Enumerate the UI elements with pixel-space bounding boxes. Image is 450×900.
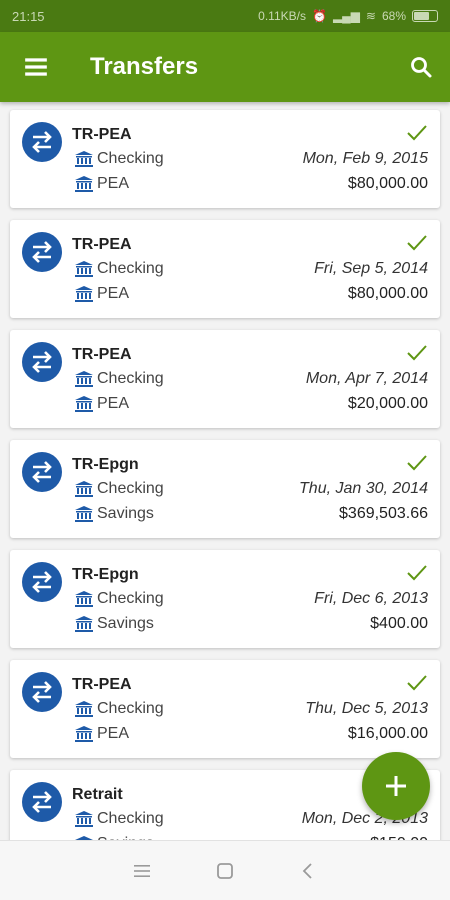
transfer-name: TR-PEA <box>72 346 132 363</box>
from-account: Checking <box>74 150 164 168</box>
to-account-label: PEA <box>97 395 130 412</box>
transfer-amount: $400.00 <box>370 615 428 632</box>
transfer-amount: $16,000.00 <box>347 725 428 742</box>
check-icon <box>407 235 427 251</box>
transfer-name: Retrait <box>72 786 123 803</box>
from-account: Checking <box>74 700 164 718</box>
wifi-icon: ≋ <box>365 9 376 23</box>
alarm-icon: ⏰ <box>311 9 327 23</box>
transfer-card[interactable]: TR-Epgn Checking Savings Thu, Jan 30, 20… <box>10 440 440 538</box>
to-account: PEA <box>74 175 129 193</box>
to-account: PEA <box>74 285 129 303</box>
bank-icon <box>74 370 94 388</box>
transfer-card[interactable]: TR-PEA Checking PEA Fri, Sep 5, 2014 $80… <box>10 220 440 318</box>
transfer-name: TR-Epgn <box>72 566 139 583</box>
signal-icon: ▂▄▆ <box>332 9 360 23</box>
from-account-label: Checking <box>97 370 164 387</box>
transfer-date: Mon, Feb 9, 2015 <box>302 150 428 167</box>
transfer-name: TR-PEA <box>72 236 132 253</box>
check-icon <box>407 565 427 581</box>
transfer-name: TR-Epgn <box>72 456 139 473</box>
net-speed: 0.11KB/s <box>258 9 306 23</box>
system-nav-bar <box>0 840 450 900</box>
from-account-label: Checking <box>97 260 164 277</box>
bank-icon <box>74 260 94 278</box>
transfer-name: TR-PEA <box>72 676 132 693</box>
to-account: Savings <box>74 505 154 523</box>
transfer-card[interactable]: TR-PEA Checking PEA Mon, Feb 9, 2015 $80… <box>10 110 440 208</box>
status-indicators: 0.11KB/s ⏰ ▂▄▆ ≋ 68% <box>258 9 438 23</box>
check-icon <box>407 125 427 141</box>
transfer-avatar-icon <box>22 672 62 712</box>
transfer-avatar-icon <box>22 452 62 492</box>
to-account-label: PEA <box>97 175 130 192</box>
transfer-list[interactable]: TR-PEA Checking PEA Mon, Feb 9, 2015 $80… <box>0 102 450 840</box>
bank-icon <box>74 615 94 633</box>
to-account: PEA <box>74 395 129 413</box>
bank-icon <box>74 725 94 743</box>
from-account-label: Checking <box>97 810 164 827</box>
from-account-label: Checking <box>97 150 164 167</box>
transfer-date: Thu, Dec 5, 2013 <box>305 700 428 717</box>
from-account: Checking <box>74 370 164 388</box>
transfer-card[interactable]: TR-PEA Checking PEA Mon, Apr 7, 2014 $20… <box>10 330 440 428</box>
bank-icon <box>74 505 94 523</box>
bank-icon <box>74 395 94 413</box>
transfer-date: Fri, Sep 5, 2014 <box>314 260 428 277</box>
from-account: Checking <box>74 810 164 828</box>
transfer-avatar-icon <box>22 122 62 162</box>
to-account-label: Savings <box>97 615 154 632</box>
from-account: Checking <box>74 480 164 498</box>
transfer-amount: $20,000.00 <box>347 395 428 412</box>
from-account-label: Checking <box>97 700 164 717</box>
transfer-amount: $80,000.00 <box>347 175 428 192</box>
recents-icon[interactable] <box>122 851 162 891</box>
transfer-avatar-icon <box>22 782 62 822</box>
to-account: PEA <box>74 725 129 743</box>
transfer-card[interactable]: TR-Epgn Checking Savings Fri, Dec 6, 201… <box>10 550 440 648</box>
bank-icon <box>74 590 94 608</box>
back-icon[interactable] <box>288 851 328 891</box>
transfer-avatar-icon <box>22 232 62 272</box>
status-bar: 21:15 0.11KB/s ⏰ ▂▄▆ ≋ 68% <box>0 0 450 32</box>
to-account-label: Savings <box>97 505 154 522</box>
from-account: Checking <box>74 590 164 608</box>
bank-icon <box>74 285 94 303</box>
bank-icon <box>74 150 94 168</box>
to-account: Savings <box>74 615 154 633</box>
check-icon <box>407 345 427 361</box>
from-account-label: Checking <box>97 480 164 497</box>
add-transfer-button[interactable] <box>362 752 430 820</box>
plus-icon <box>386 776 406 796</box>
bank-icon <box>74 175 94 193</box>
to-account-label: PEA <box>97 725 130 742</box>
from-account-label: Checking <box>97 590 164 607</box>
check-icon <box>407 455 427 471</box>
transfer-avatar-icon <box>22 342 62 382</box>
check-icon <box>407 675 427 691</box>
transfer-date: Fri, Dec 6, 2013 <box>314 590 428 607</box>
to-account-label: PEA <box>97 285 130 302</box>
hamburger-menu-icon[interactable] <box>0 32 72 102</box>
battery-icon <box>412 10 438 22</box>
search-icon[interactable] <box>392 32 450 102</box>
page-title: Transfers <box>90 53 199 80</box>
battery-percent: 68% <box>381 9 406 23</box>
transfer-amount: $369,503.66 <box>339 505 428 522</box>
transfer-amount: $80,000.00 <box>347 285 428 302</box>
from-account: Checking <box>74 260 164 278</box>
home-icon[interactable] <box>205 851 245 891</box>
transfer-date: Thu, Jan 30, 2014 <box>299 480 428 497</box>
transfer-name: TR-PEA <box>72 126 132 143</box>
app-bar: Transfers <box>0 32 450 102</box>
transfer-card[interactable]: TR-PEA Checking PEA Thu, Dec 5, 2013 $16… <box>10 660 440 758</box>
bank-icon <box>74 810 94 828</box>
status-time: 21:15 <box>12 8 45 24</box>
transfer-avatar-icon <box>22 562 62 602</box>
transfer-date: Mon, Apr 7, 2014 <box>305 370 428 387</box>
bank-icon <box>74 480 94 498</box>
bank-icon <box>74 700 94 718</box>
